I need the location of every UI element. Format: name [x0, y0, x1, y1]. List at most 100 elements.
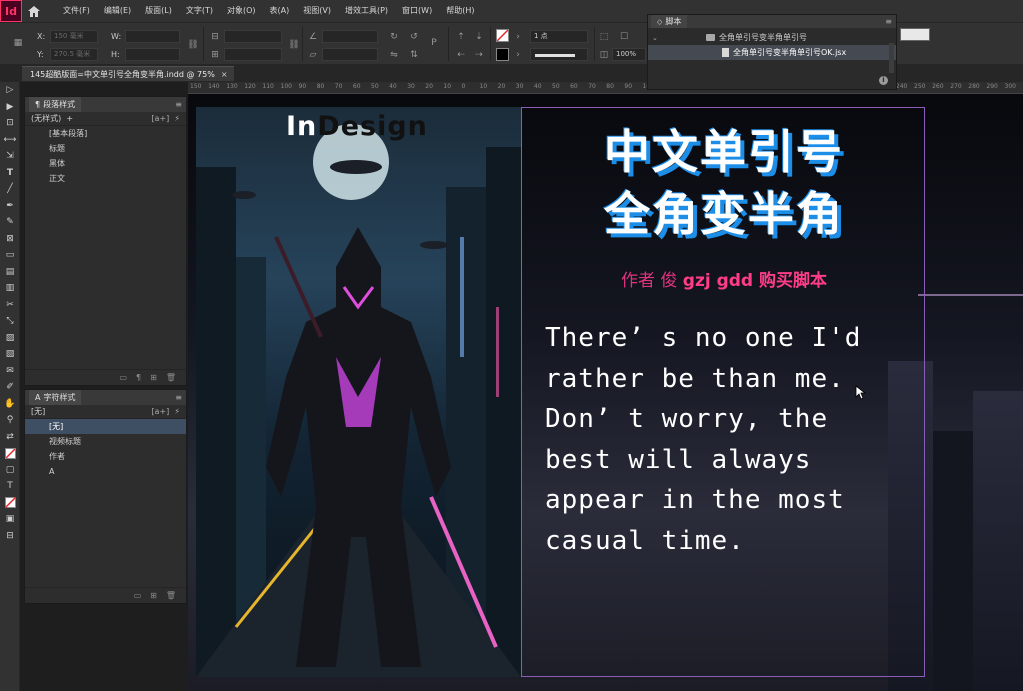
paragraph-style-item[interactable]: 黑体 [25, 156, 186, 171]
gradient-feather-tool-icon[interactable]: ▧ [0, 346, 20, 363]
w-field[interactable] [125, 30, 180, 43]
fill-dropdown-icon[interactable]: › [512, 31, 524, 43]
gap-tool-icon[interactable]: ⟷ [0, 132, 20, 149]
shear-field[interactable] [322, 48, 378, 61]
character-style-item[interactable]: [无] [25, 419, 186, 434]
scale-x-icon[interactable]: ⊟ [209, 31, 221, 43]
selection-tool-icon[interactable]: ▷ [0, 82, 20, 99]
delete-style-icon[interactable]: 🗑 [166, 373, 176, 382]
page-tool-icon[interactable]: ⊡ [0, 115, 20, 132]
character-style-item[interactable]: A [25, 464, 186, 479]
y-field[interactable]: 270.5 毫米 [50, 48, 98, 61]
hand-tool-icon[interactable]: ✋ [0, 396, 20, 413]
character-style-item[interactable]: 作者 [25, 449, 186, 464]
screen-mode-icon[interactable]: ▣ [0, 511, 20, 528]
pencil-tool-icon[interactable]: ✎ [0, 214, 20, 231]
rotate-icon[interactable]: ∠ [307, 31, 319, 43]
pen-tool-icon[interactable]: ✒ [0, 198, 20, 215]
stroke-dropdown-icon[interactable]: › [512, 49, 524, 61]
scripts-tab[interactable]: ◇ 脚本 [651, 15, 688, 28]
rotate-cw-icon[interactable]: ↻ [388, 31, 400, 43]
new-style-icon[interactable]: ⊞ [150, 373, 157, 382]
collapse-chevron-icon[interactable]: ⌄ [652, 34, 662, 42]
zoom-tool-icon[interactable]: ⚲ [0, 412, 20, 429]
scripts-scrollbar[interactable] [889, 43, 894, 73]
h-field[interactable] [125, 48, 180, 61]
rotate-ccw-icon[interactable]: ↺ [408, 31, 420, 43]
paragraph-styles-tab[interactable]: ¶ 段落样式 [29, 97, 82, 112]
new-group-icon[interactable]: ▭ [134, 591, 142, 600]
new-style-icon[interactable]: ⊞ [150, 591, 157, 600]
menu-table[interactable]: 表(A) [263, 0, 297, 22]
opacity-icon[interactable]: ◫ [598, 49, 610, 61]
scale-y-icon[interactable]: ⊞ [209, 49, 221, 61]
new-group-icon[interactable]: ▭ [119, 373, 127, 382]
menu-layout[interactable]: 版面(L) [138, 0, 179, 22]
grid-tool-icon[interactable]: ▥ [0, 280, 20, 297]
select-next-icon[interactable]: ⇢ [473, 49, 485, 61]
stroke-type-select[interactable] [530, 48, 588, 61]
reference-point-icon[interactable]: ▦ [12, 37, 24, 49]
create-style-icon[interactable]: [a+] ⚡ [151, 114, 180, 123]
samurai-artwork[interactable]: InDesign [196, 107, 521, 677]
clear-overrides-icon[interactable]: ¶ [136, 373, 141, 382]
free-transform-tool-icon[interactable]: ⤡ [0, 313, 20, 330]
type-tool-icon[interactable]: T [0, 165, 20, 182]
stroke-weight-field[interactable]: 1 点 [530, 30, 588, 43]
flip-v-icon[interactable]: ⇅ [408, 49, 420, 61]
x-field[interactable]: 150 毫米 [50, 30, 98, 43]
script-folder-row[interactable]: ⌄ 全角单引号变半角单引号 [648, 30, 896, 45]
menu-help[interactable]: 帮助(H) [439, 0, 481, 22]
constrain-scale-icon[interactable]: ⛓ [288, 39, 300, 51]
select-previous-icon[interactable]: ⇠ [455, 49, 467, 61]
menu-plugins[interactable]: 增效工具(P) [338, 0, 395, 22]
line-tool-icon[interactable]: ╱ [0, 181, 20, 198]
default-colors-icon[interactable]: ⇄ [0, 429, 20, 446]
menu-window[interactable]: 窗口(W) [395, 0, 439, 22]
scale-x-field[interactable] [224, 30, 282, 43]
scale-y-field[interactable] [224, 48, 282, 61]
formatting-container-icon[interactable]: ▢ [0, 462, 20, 479]
path-type-icon[interactable]: P [428, 37, 440, 49]
menu-type[interactable]: 文字(T) [179, 0, 220, 22]
fill-swatch[interactable] [496, 29, 509, 42]
fill-stroke-icon[interactable] [0, 445, 20, 462]
formatting-text-icon[interactable]: T [0, 478, 20, 495]
rectangle-tool-icon[interactable]: ▭ [0, 247, 20, 264]
body-text[interactable]: There’ s no one I'd rather be than me. D… [545, 318, 905, 561]
eyedropper-tool-icon[interactable]: ✐ [0, 379, 20, 396]
home-button[interactable] [22, 0, 46, 22]
panel-menu-icon[interactable]: ≡ [885, 17, 892, 26]
shear-icon[interactable]: ▱ [307, 49, 319, 61]
panel-menu-icon[interactable]: ≡ [175, 393, 182, 402]
document-tab[interactable]: 145超酷版面=中文单引号全角变半角.indd @ 75% × [22, 66, 234, 81]
menu-view[interactable]: 视图(V) [296, 0, 338, 22]
flip-h-icon[interactable]: ⇋ [388, 49, 400, 61]
note-tool-icon[interactable]: ✉ [0, 363, 20, 380]
view-mode-icon[interactable]: ⊟ [0, 528, 20, 545]
direct-selection-tool-icon[interactable]: ▶ [0, 99, 20, 116]
constrain-proportions-icon[interactable]: ⛓ [187, 39, 199, 51]
character-style-item[interactable]: 视频标题 [25, 434, 186, 449]
apply-none-icon[interactable] [0, 495, 20, 512]
frame-options-icon[interactable]: ☐ [618, 31, 630, 43]
menu-file[interactable]: 文件(F) [56, 0, 97, 22]
zoom-field[interactable]: 100% [612, 48, 646, 61]
paragraph-style-item[interactable]: [基本段落] [25, 126, 186, 141]
select-content-icon[interactable]: ⇣ [473, 31, 485, 43]
info-icon[interactable]: i [879, 76, 888, 85]
rotate-field[interactable] [322, 30, 378, 43]
panel-menu-icon[interactable]: ≡ [175, 100, 182, 109]
menu-edit[interactable]: 编辑(E) [97, 0, 138, 22]
content-collector-icon[interactable]: ⇲ [0, 148, 20, 165]
frame-fitting-icon[interactable]: ⬚ [598, 31, 610, 43]
create-style-icon[interactable]: [a+] ⚡ [151, 407, 180, 416]
select-container-icon[interactable]: ⇡ [455, 31, 467, 43]
menu-object[interactable]: 对象(O) [220, 0, 263, 22]
gradient-swatch-tool-icon[interactable]: ▨ [0, 330, 20, 347]
delete-style-icon[interactable]: 🗑 [166, 591, 176, 600]
character-styles-tab[interactable]: A 字符样式 [29, 390, 82, 405]
stroke-swatch[interactable] [496, 48, 509, 61]
scissors-tool-icon[interactable]: ✂ [0, 297, 20, 314]
paragraph-style-item[interactable]: 标题 [25, 141, 186, 156]
